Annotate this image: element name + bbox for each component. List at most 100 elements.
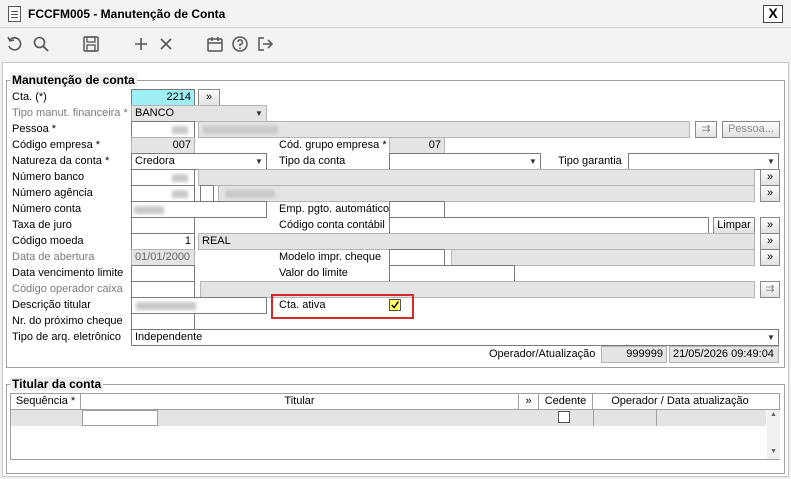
exit-icon[interactable]: [256, 35, 274, 53]
codigo-moeda-label: Código moeda: [12, 235, 84, 247]
cta-lookup-button[interactable]: »: [198, 89, 220, 106]
col-titular[interactable]: Titular: [81, 394, 519, 409]
numero-banco-label: Número banco: [12, 171, 85, 183]
taxa-juro-input[interactable]: [131, 217, 195, 234]
search-icon[interactable]: [32, 35, 50, 53]
cta-ativa-label: Cta. ativa: [279, 299, 326, 311]
nr-proximo-cheque-input[interactable]: [131, 313, 195, 330]
titular-grid-header: Sequência * Titular » Cedente Operador /…: [10, 393, 780, 410]
checkmark-icon: [391, 301, 399, 309]
cod-grupo-empresa-label: Cód. grupo empresa *: [279, 139, 387, 151]
codigo-moeda-input[interactable]: 1: [131, 233, 195, 250]
data-abertura-field: 01/01/2000: [131, 249, 195, 266]
codigo-conta-contabil-input[interactable]: [389, 217, 709, 234]
table-row[interactable]: [11, 410, 766, 426]
tipo-manut-value: BANCO: [135, 107, 175, 119]
cta-ativa-checkbox[interactable]: [389, 299, 401, 311]
document-icon: [8, 6, 21, 22]
cell-divider: [593, 410, 594, 426]
sequencia-cell[interactable]: [82, 410, 158, 426]
pessoa-label: Pessoa *: [12, 123, 57, 135]
codigo-empresa-field: 007: [131, 137, 195, 154]
save-icon[interactable]: [82, 35, 100, 53]
titular-grid-body: ▲ ▼: [10, 410, 780, 460]
tipo-garantia-label: Tipo garantia: [558, 155, 622, 167]
add-icon[interactable]: [132, 35, 150, 53]
scroll-up-icon[interactable]: ▲: [767, 410, 780, 420]
main-panel: Manutenção de conta Cta. (*) 2214 » Tipo…: [2, 62, 789, 477]
codigo-conta-contabil-label: Código conta contábil: [279, 219, 385, 231]
limpar-button[interactable]: Limpar: [713, 217, 755, 234]
numero-agencia-digit[interactable]: [200, 185, 214, 202]
emp-pgto-label: Emp. pgto. automático: [279, 203, 390, 215]
nr-proximo-cheque-label: Nr. do próximo cheque: [12, 315, 123, 327]
valor-limite-label: Valor do limite: [279, 267, 348, 279]
operador-atualizacao-label: Operador/Atualização: [489, 348, 596, 360]
numero-agencia-lookup-button[interactable]: »: [760, 185, 780, 202]
pessoa-button[interactable]: Pessoa...: [722, 121, 780, 138]
descricao-titular-input[interactable]: [131, 297, 267, 314]
emp-pgto-input[interactable]: [389, 201, 445, 218]
cod-grupo-empresa-field: 07: [389, 137, 445, 154]
modelo-impr-lookup-button[interactable]: »: [760, 249, 780, 266]
numero-agencia-label: Número agência: [12, 187, 93, 199]
natureza-conta-label: Natureza da conta *: [12, 155, 110, 167]
vertical-scrollbar[interactable]: ▲ ▼: [767, 410, 780, 459]
tipo-conta-select[interactable]: ▼: [389, 153, 541, 170]
cta-input[interactable]: 2214: [131, 89, 195, 106]
operador-datetime-field: 21/05/2026 09:49:04: [669, 346, 779, 363]
help-icon[interactable]: [231, 35, 249, 53]
operador-code-field: 999999: [601, 346, 667, 363]
codigo-moeda-desc: REAL: [198, 233, 755, 250]
cedente-checkbox[interactable]: [558, 411, 570, 423]
descricao-titular-label: Descrição titular: [12, 299, 91, 311]
numero-banco-input[interactable]: [131, 169, 195, 186]
pessoa-search-button[interactable]: ⇉: [695, 121, 717, 138]
moeda-lookup-button[interactable]: »: [760, 233, 780, 250]
section-title-manutencao: Manutenção de conta: [10, 73, 137, 87]
chevron-down-icon: ▼: [255, 109, 263, 118]
section-title-titular: Titular da conta: [10, 377, 104, 391]
data-abertura-label: Data de abertura: [12, 251, 95, 263]
col-operador-data[interactable]: Operador / Data atualização: [593, 394, 767, 409]
scroll-down-icon[interactable]: ▼: [767, 447, 780, 457]
cta-label: Cta. (*): [12, 91, 47, 103]
title-bar: FCCFM005 - Manutenção de Conta X: [0, 0, 791, 28]
pessoa-code-input[interactable]: [131, 121, 195, 138]
conta-contabil-lookup-button[interactable]: »: [760, 217, 780, 234]
numero-conta-input[interactable]: [131, 201, 267, 218]
chevron-down-icon: ▼: [529, 157, 537, 166]
undo-icon[interactable]: [6, 35, 24, 53]
chevron-down-icon: ▼: [767, 333, 775, 342]
taxa-juro-label: Taxa de juro: [12, 219, 72, 231]
delete-icon[interactable]: [157, 35, 175, 53]
tipo-arq-select[interactable]: Independente ▼: [131, 329, 779, 346]
numero-agencia-input[interactable]: [131, 185, 195, 202]
tipo-manut-select[interactable]: BANCO ▼: [131, 105, 267, 122]
modelo-impr-input[interactable]: [389, 249, 445, 266]
numero-agencia-desc: [218, 185, 755, 202]
col-sequencia[interactable]: Sequência *: [11, 394, 81, 409]
cod-operador-caixa-label: Código operador caixa: [12, 283, 123, 295]
tipo-garantia-select[interactable]: ▼: [628, 153, 779, 170]
pessoa-name-field: [198, 121, 690, 138]
col-more-button[interactable]: »: [519, 394, 539, 409]
cod-operador-caixa-input[interactable]: [131, 281, 195, 298]
numero-banco-desc: [198, 169, 755, 186]
window-title: FCCFM005 - Manutenção de Conta: [28, 7, 226, 21]
tipo-arq-value: Independente: [135, 331, 203, 343]
calendar-icon[interactable]: [206, 35, 224, 53]
tipo-manut-label: Tipo manut. financeira *: [12, 107, 128, 119]
close-button[interactable]: X: [763, 5, 783, 23]
tipo-conta-label: Tipo da conta: [279, 155, 346, 167]
data-vencimento-input[interactable]: [131, 265, 195, 282]
modelo-impr-label: Modelo impr. cheque: [279, 251, 382, 263]
toolbar: [0, 29, 791, 59]
chevron-down-icon: ▼: [255, 157, 263, 166]
numero-banco-lookup-button[interactable]: »: [760, 169, 780, 186]
valor-limite-input[interactable]: [389, 265, 515, 282]
operador-caixa-lookup-button[interactable]: ⇉: [760, 281, 780, 298]
modelo-impr-desc: [451, 249, 755, 266]
col-cedente[interactable]: Cedente: [539, 394, 593, 409]
natureza-conta-select[interactable]: Credora ▼: [131, 153, 267, 170]
